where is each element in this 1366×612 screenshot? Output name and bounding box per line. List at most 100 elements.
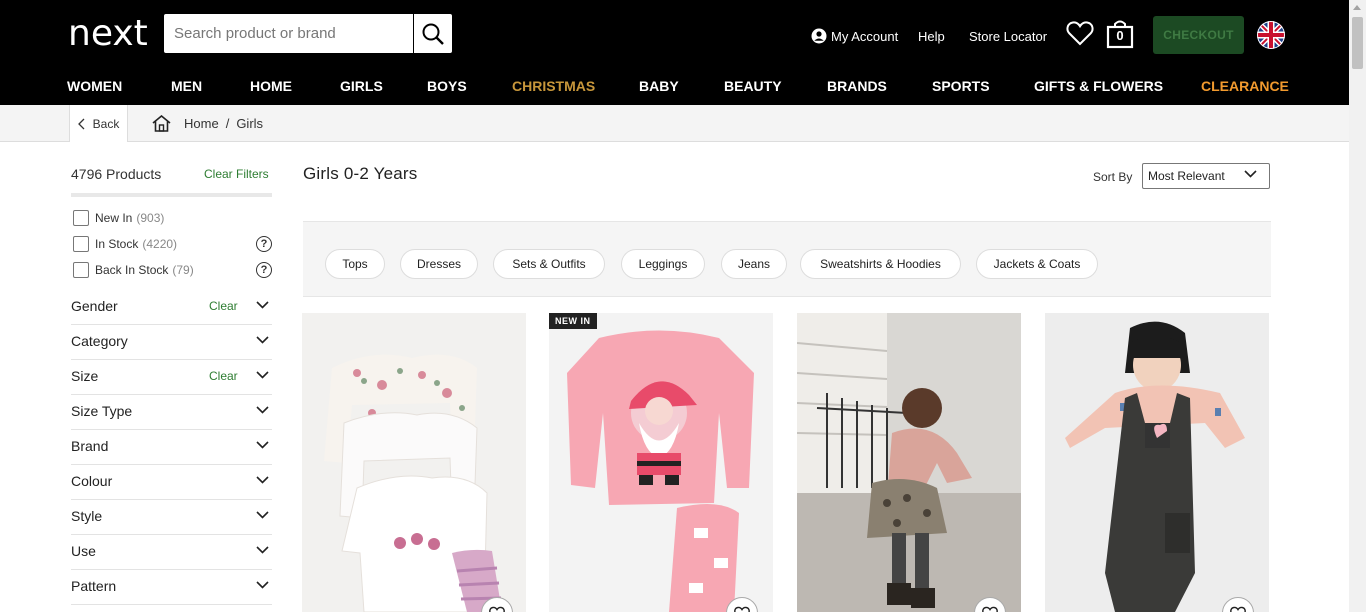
facet-brand[interactable]: Brand [71, 430, 272, 465]
nav-men[interactable]: MEN [171, 78, 202, 94]
nav-clearance[interactable]: CLEARANCE [1201, 78, 1289, 94]
nav-women[interactable]: WOMEN [67, 78, 122, 94]
facet-label: Brand [71, 438, 109, 454]
clear-filters-link[interactable]: Clear Filters [204, 167, 269, 181]
facet-category[interactable]: Category [71, 325, 272, 360]
nav-girls[interactable]: GIRLS [340, 78, 383, 94]
breadcrumb-current: Girls [236, 116, 264, 131]
facet-colour[interactable]: Colour [71, 465, 272, 500]
my-account-link[interactable]: My Account [811, 26, 898, 46]
chip-sweatshirts-hoodies[interactable]: Sweatshirts & Hoodies [800, 249, 961, 279]
filter-new-in[interactable]: New In (903) [73, 209, 164, 227]
page: next My Account Help Store Locator 0 CHE… [0, 0, 1366, 612]
help-icon[interactable]: ? [256, 236, 272, 252]
facet-label: Pattern [71, 578, 117, 594]
heart-icon [1066, 21, 1094, 46]
product-image[interactable] [1045, 313, 1269, 612]
product-count: 4796 Products [71, 166, 162, 182]
filter-in-stock[interactable]: In Stock (4220) [73, 235, 177, 253]
home-icon[interactable] [152, 115, 171, 132]
chip-dresses[interactable]: Dresses [400, 249, 478, 279]
facet-label: Use [71, 543, 96, 559]
header: next My Account Help Store Locator 0 CHE… [0, 0, 1349, 105]
chevron-down-icon [256, 581, 269, 589]
chip-jackets-coats[interactable]: Jackets & Coats [976, 249, 1098, 279]
chip-sets-outfits[interactable]: Sets & Outfits [493, 249, 605, 279]
bag-button[interactable]: 0 [1106, 19, 1134, 54]
divider [71, 193, 272, 197]
product-card[interactable] [1045, 313, 1269, 612]
help-icon[interactable]: ? [256, 262, 272, 278]
back-label: Back [92, 116, 120, 131]
product-card[interactable] [797, 313, 1021, 612]
checkout-button[interactable]: CHECKOUT [1153, 16, 1244, 54]
facet-size-type[interactable]: Size Type [71, 395, 272, 430]
facet-clear-link[interactable]: Clear [209, 369, 238, 383]
nav-gifts-flowers[interactable]: GIFTS & FLOWERS [1034, 78, 1163, 94]
checkbox[interactable] [73, 262, 89, 278]
facet-size[interactable]: Size Clear [71, 360, 272, 395]
facet-label: Category [71, 333, 128, 349]
sort-select[interactable]: Most Relevant [1142, 163, 1270, 189]
scrollbar-thumb[interactable] [1352, 17, 1363, 69]
nav-baby[interactable]: BABY [639, 78, 679, 94]
nav-beauty[interactable]: BEAUTY [724, 78, 782, 94]
breadcrumb-home[interactable]: Home [184, 116, 219, 131]
filter-back-in-stock[interactable]: Back In Stock (79) [73, 261, 194, 279]
chip-jeans[interactable]: Jeans [721, 249, 787, 279]
chip-tops[interactable]: Tops [325, 249, 385, 279]
filter-count: (79) [172, 263, 194, 277]
product-image[interactable] [302, 313, 526, 612]
help-link[interactable]: Help [918, 26, 945, 46]
filter-count: (903) [136, 211, 165, 225]
nav-boys[interactable]: BOYS [427, 78, 467, 94]
store-locator-link[interactable]: Store Locator [969, 26, 1047, 46]
chevron-down-icon [256, 336, 269, 344]
search-input[interactable] [164, 14, 413, 53]
filter-count: (4220) [142, 237, 178, 251]
account-icon [811, 28, 827, 44]
search-box [164, 14, 452, 53]
filter-label: In Stock [95, 237, 139, 251]
product-card[interactable]: NEW IN [549, 313, 773, 612]
product-image[interactable] [549, 313, 773, 612]
product-image[interactable] [797, 313, 1021, 612]
favourites-button[interactable] [1066, 20, 1094, 51]
checkbox[interactable] [73, 236, 89, 252]
sort-value: Most Relevant [1148, 169, 1225, 183]
facet-style[interactable]: Style [71, 500, 272, 535]
scroll-up-icon[interactable] [1353, 5, 1361, 10]
facet-use[interactable]: Use [71, 535, 272, 570]
filter-label: Back In Stock [95, 263, 169, 277]
nav-home[interactable]: HOME [250, 78, 292, 94]
facet-pattern[interactable]: Pattern [71, 570, 272, 605]
chevron-left-icon [77, 118, 85, 129]
breadcrumb-separator: / [225, 116, 230, 131]
heart-icon [1230, 606, 1246, 612]
search-icon [422, 23, 444, 45]
back-button[interactable]: Back [69, 105, 128, 142]
chevron-down-icon [1244, 170, 1257, 178]
product-card[interactable] [302, 313, 526, 612]
breadcrumb: Home / Girls [184, 116, 263, 131]
chip-leggings[interactable]: Leggings [621, 249, 705, 279]
nav-brands[interactable]: BRANDS [827, 78, 887, 94]
chevron-down-icon [256, 546, 269, 554]
search-button[interactable] [413, 14, 452, 53]
heart-icon [489, 606, 505, 612]
facet-gender[interactable]: Gender Clear [71, 290, 272, 325]
heart-icon [734, 606, 750, 612]
checkbox[interactable] [73, 210, 89, 226]
nav-christmas[interactable]: CHRISTMAS [512, 78, 595, 94]
next-logo[interactable]: next [68, 16, 148, 52]
facet-clear-link[interactable]: Clear [209, 299, 238, 313]
facet-label: Size Type [71, 403, 133, 419]
scrollbar[interactable] [1349, 0, 1366, 612]
chevron-down-icon [256, 406, 269, 414]
facet-label: Gender [71, 298, 118, 314]
new-in-badge: NEW IN [549, 313, 597, 329]
nav-sports[interactable]: SPORTS [932, 78, 990, 94]
chevron-down-icon [256, 511, 269, 519]
uk-flag-icon[interactable] [1257, 21, 1285, 49]
chevron-down-icon [256, 476, 269, 484]
